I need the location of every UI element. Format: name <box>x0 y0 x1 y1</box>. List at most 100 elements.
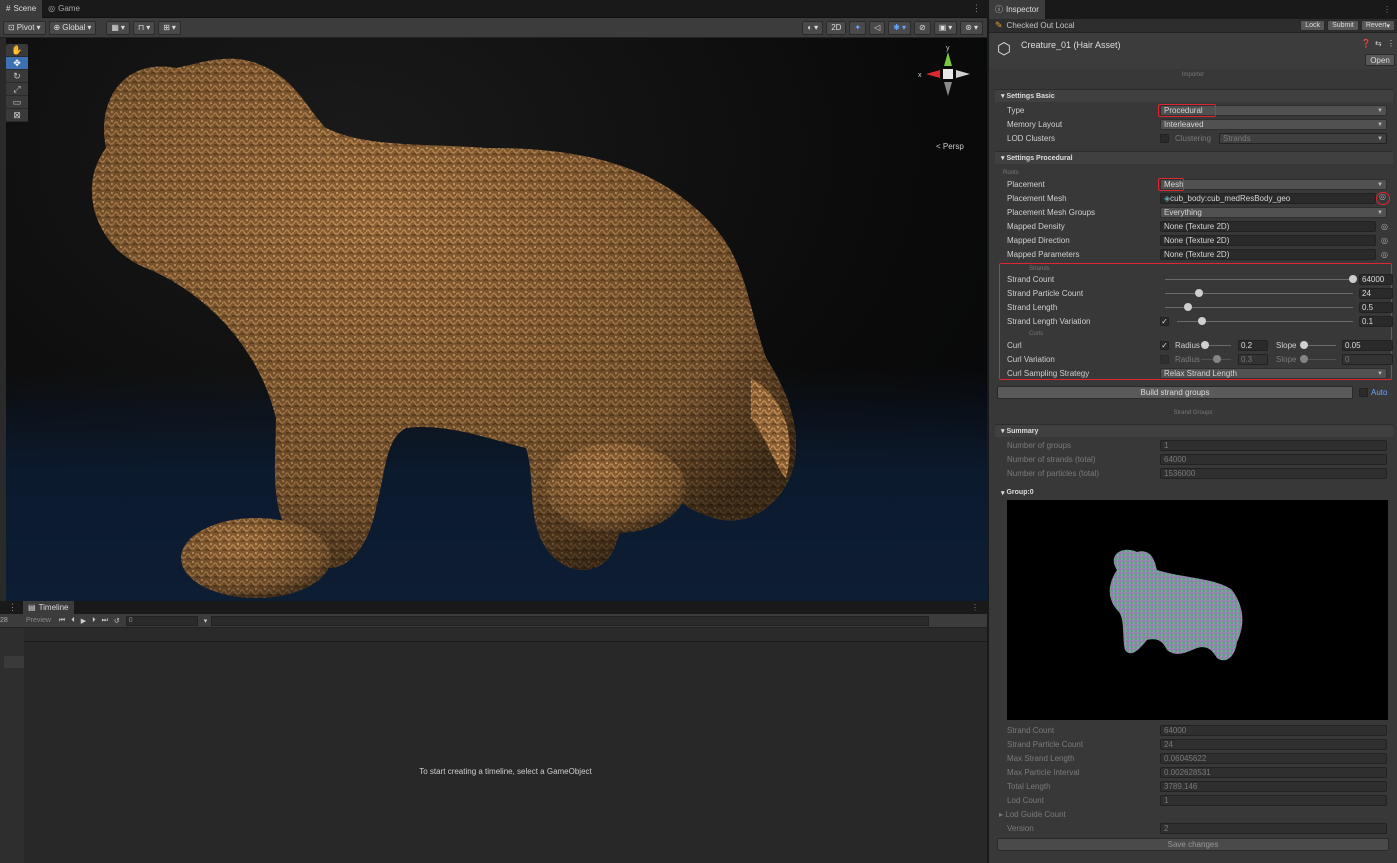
camera-dropdown[interactable]: ▣ ▾ <box>933 20 958 35</box>
preset-icon[interactable]: ⇆ <box>1375 39 1382 48</box>
timeline-side-number: 28 <box>0 617 8 624</box>
grid-snap-button[interactable]: ▦ ▾ <box>106 20 130 35</box>
slider-knob[interactable] <box>1194 289 1203 297</box>
summary-header[interactable]: ▾ Summary <box>995 424 1393 437</box>
last-frame-icon[interactable]: ⏭ <box>102 617 108 625</box>
global-dropdown[interactable]: ⊕ Global ▾ <box>48 20 97 35</box>
strand-length-slider[interactable] <box>1165 303 1353 311</box>
slope-var-slider[interactable] <box>1300 355 1336 363</box>
toggle-2d-button[interactable]: 2D <box>826 20 847 35</box>
lighting-toggle[interactable]: ✦ <box>849 20 867 35</box>
slider-knob[interactable] <box>1201 341 1209 349</box>
slider-knob[interactable] <box>1213 355 1221 363</box>
slider-knob[interactable] <box>1349 275 1357 283</box>
slope-field[interactable]: 0.05 <box>1342 340 1393 351</box>
radius-slider[interactable] <box>1201 341 1231 349</box>
frame-field[interactable]: 0 <box>125 615 198 626</box>
more-icon[interactable]: ⋮ <box>8 602 17 613</box>
auto-checkbox[interactable] <box>1359 388 1368 397</box>
hand-tool-icon[interactable]: ✋ <box>6 44 28 57</box>
slope-var-field[interactable]: 0 <box>1342 354 1393 365</box>
timeline-dropdown-icon[interactable]: ▾ <box>204 617 208 625</box>
timeline-menu-icon[interactable]: ⋮ <box>971 603 979 612</box>
radius-var-field[interactable]: 0.3 <box>1238 354 1268 365</box>
mapped-direction-field[interactable]: None (Texture 2D) <box>1160 235 1376 246</box>
build-strand-groups-button[interactable]: Build strand groups <box>997 386 1353 399</box>
group0-header[interactable]: ▾ Group:0 <box>995 486 1393 499</box>
prev-frame-icon[interactable]: ⏴ <box>71 617 75 625</box>
strand-length-field[interactable]: 0.5 <box>1359 302 1393 313</box>
radius-field[interactable]: 0.2 <box>1238 340 1268 351</box>
slider-knob[interactable] <box>1300 341 1308 349</box>
scene-viewport[interactable]: < Persp <box>6 38 987 601</box>
radius-var-slider[interactable] <box>1201 355 1231 363</box>
lod-guide-foldout[interactable]: ▸ Lod Guide Count <box>999 810 1066 819</box>
snap-increment-button[interactable]: ⊓ ▾ <box>132 20 156 35</box>
rotate-tool-icon[interactable]: ↻ <box>6 70 28 83</box>
first-frame-icon[interactable]: ⏮ <box>59 617 65 625</box>
move-tool-icon[interactable]: ✥ <box>6 57 28 70</box>
hidden-objects-toggle[interactable]: ⊘ <box>914 20 931 35</box>
curl-variation-checkbox[interactable] <box>1160 355 1169 364</box>
help-icon[interactable]: ❓ <box>1361 39 1371 48</box>
placement-dropdown[interactable]: Mesh ▼ <box>1160 179 1387 190</box>
orientation-gizmo[interactable]: y x <box>914 44 974 104</box>
gizmos-dropdown[interactable]: ⊛ ▾ <box>960 20 983 35</box>
settings-procedural-header[interactable]: ▾ Settings Procedural <box>995 151 1393 164</box>
tab-scene[interactable]: # Scene <box>0 0 43 18</box>
strand-particle-count-field[interactable]: 24 <box>1359 288 1393 299</box>
save-changes-button[interactable]: Save changes <box>997 838 1389 851</box>
mapped-parameters-field[interactable]: None (Texture 2D) <box>1160 249 1376 260</box>
lock-button[interactable]: Lock <box>1300 20 1326 31</box>
length-variation-field[interactable]: 0.1 <box>1359 316 1393 327</box>
draw-mode-dropdown[interactable]: ◐ ▾ <box>802 20 824 35</box>
object-picker-icon[interactable]: ◎ <box>1381 222 1388 231</box>
strand-preview[interactable] <box>1007 500 1388 720</box>
slider-knob[interactable] <box>1300 355 1308 363</box>
slider-knob[interactable] <box>1197 317 1206 325</box>
scale-tool-icon[interactable]: ⤢ <box>6 83 28 96</box>
lod-clusters-checkbox[interactable] <box>1160 134 1169 143</box>
tab-inspector[interactable]: ⓘ Inspector <box>989 0 1045 19</box>
submit-button[interactable]: Submit <box>1327 20 1359 31</box>
strand-count-field[interactable]: 64000 <box>1359 274 1393 285</box>
slope-slider[interactable] <box>1300 341 1336 349</box>
timeline-area[interactable] <box>24 642 987 863</box>
object-picker-icon[interactable]: ◎ <box>1381 236 1388 245</box>
clustering-dropdown[interactable]: Strands ▼ <box>1219 133 1387 144</box>
revert-button[interactable]: Revert ▾ <box>1360 20 1395 31</box>
effects-dropdown[interactable]: ✱ ▾ <box>888 20 911 35</box>
tab-game[interactable]: ◎ Game <box>42 0 86 18</box>
mapped-density-field[interactable]: None (Texture 2D) <box>1160 221 1376 232</box>
open-button[interactable]: Open <box>1365 54 1395 66</box>
curl-sampling-dropdown[interactable]: Relax Strand Length ▼ <box>1160 368 1387 379</box>
timeline-ruler[interactable] <box>211 615 930 626</box>
settings-basic-header[interactable]: ▾ Settings Basic <box>995 89 1393 102</box>
asset-menu-icon[interactable]: ⋮ <box>1387 39 1395 48</box>
strand-particle-count-slider[interactable] <box>1165 289 1353 297</box>
next-frame-icon[interactable]: ⏵ <box>92 617 96 625</box>
rect-tool-icon[interactable]: ▭ <box>6 96 28 109</box>
pivot-dropdown[interactable]: ⊡ Pivot ▾ <box>3 20 46 35</box>
play-icon[interactable]: ▶ <box>81 617 86 625</box>
tab-game-label: Game <box>58 4 80 13</box>
length-variation-slider[interactable] <box>1177 317 1353 325</box>
memory-layout-dropdown[interactable]: Interleaved ▼ <box>1160 119 1387 130</box>
mesh-groups-dropdown[interactable]: Everything ▼ <box>1160 207 1387 218</box>
placement-mesh-field[interactable]: ◈ cub_body:cub_medResBody_geo <box>1160 193 1376 204</box>
curl-checkbox[interactable]: ✓ <box>1160 341 1169 350</box>
object-picker-icon[interactable]: ◎ <box>1381 250 1388 259</box>
length-variation-checkbox[interactable]: ✓ <box>1160 317 1169 326</box>
g-strand-count-row: Strand Count 64000 <box>995 724 1393 737</box>
transform-tool-icon[interactable]: ⊠ <box>6 109 28 122</box>
projection-label[interactable]: < Persp <box>936 142 964 151</box>
more-menu-icon[interactable]: ⋮ <box>972 3 981 14</box>
audio-toggle[interactable]: ◁ <box>869 20 886 35</box>
slider-knob[interactable] <box>1183 303 1192 311</box>
loop-icon[interactable]: ↺ <box>114 617 120 625</box>
grid-size-button[interactable]: ⊞ ▾ <box>158 20 181 35</box>
preview-button[interactable]: Preview <box>26 617 51 624</box>
strand-count-slider[interactable] <box>1165 275 1357 283</box>
tab-timeline[interactable]: ▤ Timeline <box>23 601 74 614</box>
inspector-menu-icon[interactable]: ⋮ <box>1383 5 1391 14</box>
